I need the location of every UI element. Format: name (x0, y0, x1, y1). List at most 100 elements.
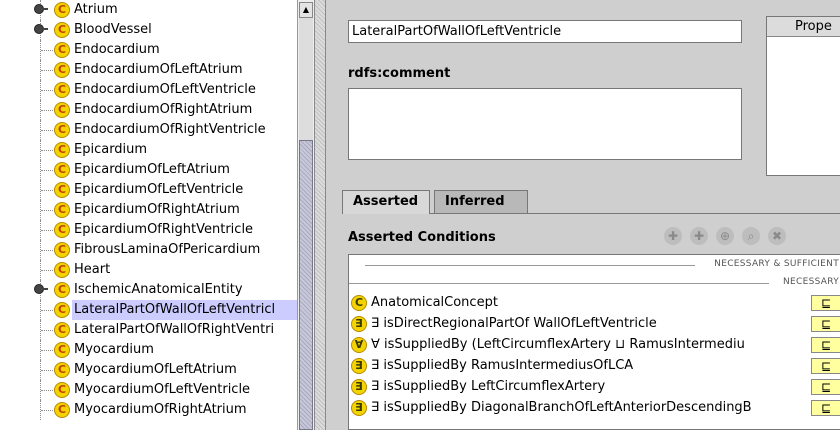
class-icon: C (54, 162, 70, 178)
tree-branch-line (41, 150, 53, 151)
condition-row[interactable]: ∃ ∃ isSuppliedBy LeftCircumflexArtery ⊑ (349, 377, 840, 397)
tree-item[interactable]: C Heart (0, 260, 297, 280)
tree-item[interactable]: C EpicardiumOfRightAtrium (0, 200, 297, 220)
subclass-symbol-button[interactable]: ⊑ (811, 379, 840, 395)
tree-branch-line (41, 390, 53, 391)
tree-branch-line (41, 310, 53, 311)
scroll-thumb[interactable] (299, 140, 313, 430)
tree-item[interactable]: C EpicardiumOfLeftAtrium (0, 160, 297, 180)
class-icon: C (351, 295, 367, 311)
tab-asserted[interactable]: Asserted (342, 190, 430, 214)
class-icon: C (54, 242, 70, 258)
tree-item[interactable]: C MyocardiumOfRightAtrium (0, 400, 297, 420)
existential-restriction-icon: ∃ (351, 358, 367, 374)
class-name-field[interactable]: LateralPartOfWallOfLeftVentricle (348, 20, 742, 43)
section-label: NECESSARY & SUFFICIENT (710, 259, 839, 269)
search-icon[interactable]: ⌕ (742, 227, 760, 245)
subclass-symbol-button[interactable]: ⊑ (811, 400, 840, 416)
subclass-symbol-button[interactable]: ⊑ (811, 358, 840, 374)
tree-item[interactable]: C LateralPartOfWallOfLeftVentricl (0, 300, 297, 320)
subclass-symbol-button[interactable]: ⊑ (811, 337, 840, 353)
tree-branch-line (41, 170, 53, 171)
tab-inferred[interactable]: Inferred (434, 190, 528, 214)
tree-item[interactable]: C MyocardiumOfLeftVentricle (0, 380, 297, 400)
tree-item-label: EndocardiumOfLeftVentricle (74, 82, 256, 97)
tree-scrollbar[interactable]: ▲ (297, 0, 314, 430)
pane-splitter[interactable] (314, 0, 326, 430)
class-icon: C (54, 382, 70, 398)
tree-branch-line (41, 370, 53, 371)
class-icon: C (54, 362, 70, 378)
expand-toggle-icon[interactable] (34, 283, 48, 296)
class-icon: C (54, 142, 70, 158)
subclass-symbol-button[interactable]: ⊑ (811, 316, 840, 332)
tree-branch-line (41, 130, 53, 131)
class-icon: C (54, 222, 70, 238)
tree-item[interactable]: C Myocardium (0, 340, 297, 360)
tree-item[interactable]: C BloodVessel (0, 20, 297, 40)
tree-item[interactable]: C LateralPartOfWallOfRightVentri (0, 320, 297, 340)
tree-item[interactable]: C EndocardiumOfRightAtrium (0, 100, 297, 120)
delete-icon[interactable]: ✖ (768, 227, 786, 245)
add-superclass-icon[interactable]: ⊕ (716, 227, 734, 245)
tree-branch-line (41, 250, 53, 251)
class-icon: C (54, 402, 70, 418)
class-icon: C (54, 182, 70, 198)
tree-item-label: EpicardiumOfLeftVentricle (74, 182, 244, 197)
class-icon: C (54, 262, 70, 278)
condition-row[interactable]: ∃ ∃ isSuppliedBy DiagonalBranchOfLeftAnte… (349, 398, 840, 418)
tree-item[interactable]: C MyocardiumOfLeftAtrium (0, 360, 297, 380)
conditions-section-separator: NECESSARY (349, 275, 839, 291)
tree-item[interactable]: C Epicardium (0, 140, 297, 160)
conditions-toolbar: ✚ ✚ ⊕ ⌕ ✖ (664, 226, 840, 248)
comment-label: rdfs:comment (348, 66, 451, 81)
class-icon: C (54, 42, 70, 58)
section-label: NECESSARY (778, 277, 839, 287)
tree-item-label: EndocardiumOfRightVentricle (74, 122, 266, 137)
tree-branch-line (41, 270, 53, 271)
condition-text: AnatomicalConcept (371, 295, 498, 310)
scroll-track[interactable] (299, 18, 313, 140)
class-icon: C (54, 342, 70, 358)
tree-item[interactable]: C IschemicAnatomicalEntity (0, 280, 297, 300)
tree-item-label: MyocardiumOfLeftVentricle (74, 382, 251, 397)
class-icon: C (54, 282, 70, 298)
properties-header: Prope (767, 17, 840, 37)
class-icon: C (54, 82, 70, 98)
tree-branch-line (41, 50, 53, 51)
tree-item-label: Myocardium (74, 342, 154, 357)
tree-item-label: Heart (74, 262, 111, 277)
tree-branch-line (41, 210, 53, 211)
condition-row[interactable]: ∀ ∀ isSuppliedBy (LeftCircumflexArtery ⊔ … (349, 335, 840, 355)
tree-item[interactable]: C Endocardium (0, 40, 297, 60)
tree-item[interactable]: C EndocardiumOfRightVentricle (0, 120, 297, 140)
tree-item-label: MyocardiumOfLeftAtrium (74, 362, 237, 377)
tree-item[interactable]: C EpicardiumOfRightVentricle (0, 220, 297, 240)
class-icon: C (54, 102, 70, 118)
universal-restriction-icon: ∀ (351, 337, 367, 353)
tree-branch-line (41, 110, 53, 111)
add-restriction-icon[interactable]: ✚ (690, 227, 708, 245)
conditions-list[interactable]: NECESSARY & SUFFICIENT NECESSARY C Anatomic… (348, 254, 840, 430)
add-named-class-icon[interactable]: ✚ (664, 227, 682, 245)
subclass-symbol-button[interactable]: ⊑ (811, 295, 840, 311)
condition-row[interactable]: C AnatomicalConcept ⊑ (349, 293, 840, 313)
scroll-up-button[interactable]: ▲ (299, 2, 313, 18)
class-tree-panel: C Atrium C BloodVessel C Endocardium C Endocard… (0, 0, 314, 430)
comment-textarea[interactable] (348, 88, 742, 160)
tree-item-label: EpicardiumOfRightVentricle (74, 222, 254, 237)
expand-toggle-icon[interactable] (34, 23, 48, 36)
tree-item[interactable]: C EndocardiumOfLeftAtrium (0, 60, 297, 80)
tree-item[interactable]: C EndocardiumOfLeftVentricle (0, 80, 297, 100)
tree-item-label: LateralPartOfWallOfLeftVentricl (72, 300, 297, 320)
tree-item[interactable]: C EpicardiumOfLeftVentricle (0, 180, 297, 200)
class-icon: C (54, 202, 70, 218)
condition-row[interactable]: ∃ ∃ isSuppliedBy RamusIntermediusOfLCA ⊑ (349, 356, 840, 376)
tree-item[interactable]: C Atrium (0, 0, 297, 20)
class-icon: C (54, 302, 70, 318)
condition-text: ∃ isSuppliedBy RamusIntermediusOfLCA (371, 358, 634, 373)
condition-row[interactable]: ∃ ∃ isDirectRegionalPartOf WallOfLeftVent… (349, 314, 840, 334)
class-icon: C (54, 22, 70, 38)
expand-toggle-icon[interactable] (34, 3, 48, 16)
tree-item[interactable]: C FibrousLaminaOfPericardium (0, 240, 297, 260)
